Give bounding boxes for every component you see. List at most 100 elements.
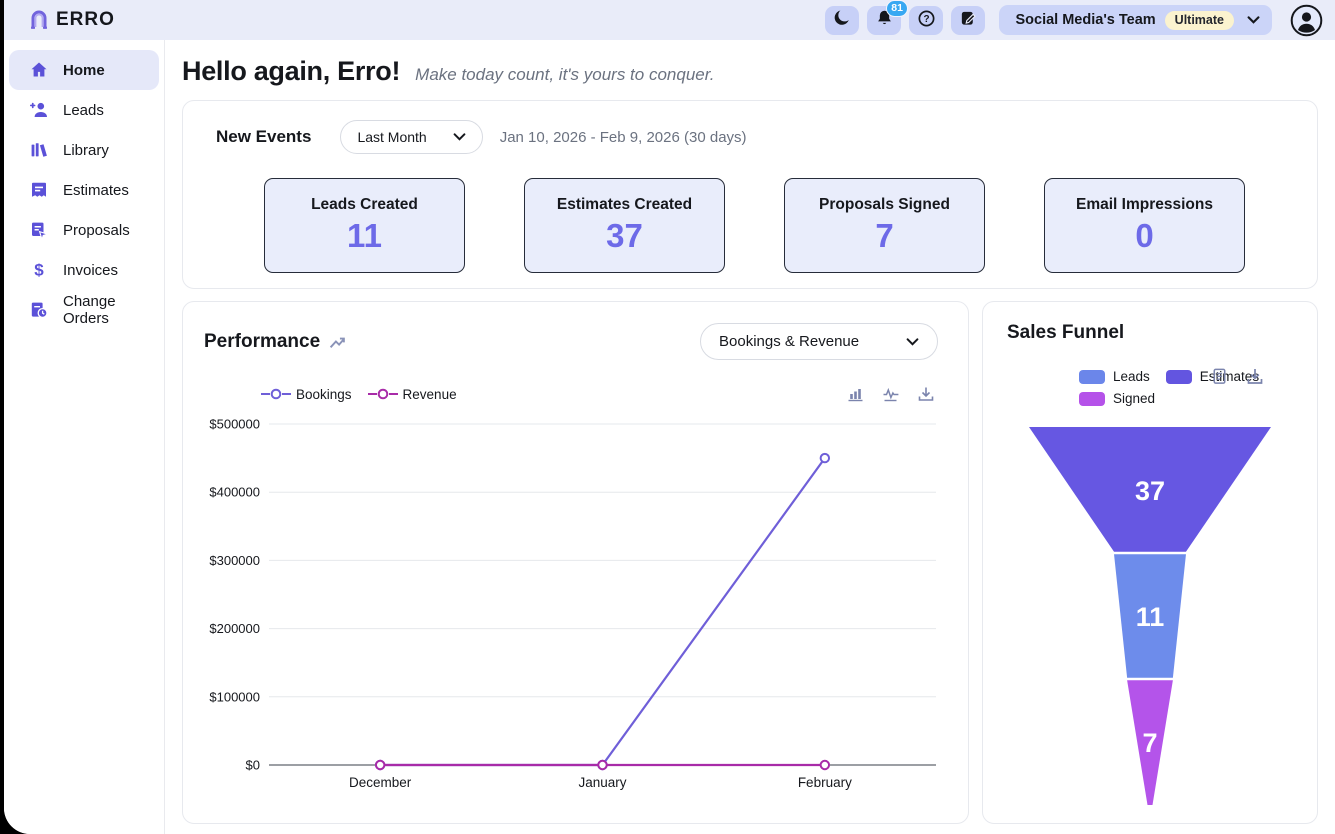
top-bar: ERRO 81 ?: [4, 0, 1335, 40]
stat-value: 7: [875, 217, 893, 255]
sidebar-item-invoices[interactable]: $ Invoices: [9, 250, 159, 290]
chevron-down-icon: [453, 133, 466, 141]
legend-swatch: [1166, 370, 1192, 384]
bar-chart-icon[interactable]: [846, 386, 866, 402]
notifications-button[interactable]: 81: [867, 6, 901, 35]
svg-text:December: December: [349, 775, 412, 790]
plan-badge: Ultimate: [1165, 11, 1234, 30]
logo[interactable]: ERRO: [26, 7, 115, 33]
document-send-icon: [29, 220, 49, 240]
team-selector[interactable]: Social Media's Team Ultimate: [999, 5, 1272, 35]
bottom-row: Performance Bookings & Revenue: [182, 301, 1318, 824]
svg-text:$0: $0: [246, 758, 260, 773]
date-range-text: Jan 10, 2026 - Feb 9, 2026 (30 days): [500, 129, 747, 146]
funnel-actions: [1210, 367, 1265, 386]
legend-item-signed[interactable]: Signed: [1079, 391, 1155, 406]
legend-label: Signed: [1113, 391, 1155, 406]
chevron-down-icon: [1247, 16, 1260, 24]
sales-funnel-title: Sales Funnel: [1007, 322, 1124, 343]
sidebar-item-home[interactable]: Home: [9, 50, 159, 90]
avatar[interactable]: [1290, 4, 1323, 37]
help-button[interactable]: ?: [909, 6, 943, 35]
date-range-selected: Last Month: [357, 129, 426, 145]
receipt-icon: [29, 180, 49, 200]
line-marker-icon: [261, 388, 291, 400]
sidebar-item-proposals[interactable]: Proposals: [9, 210, 159, 250]
sidebar: Home Leads Library Estimates Proposals $…: [4, 40, 165, 834]
legend-item-leads[interactable]: Leads: [1079, 369, 1150, 384]
line-marker-icon: [368, 388, 398, 400]
sidebar-item-label: Change Orders: [63, 293, 159, 327]
stat-label: Estimates Created: [557, 196, 692, 214]
sales-funnel-chart: 37 11 7: [1029, 427, 1271, 805]
stat-card-proposals-signed[interactable]: Proposals Signed 7: [784, 178, 985, 273]
svg-text:$400000: $400000: [209, 485, 260, 500]
dollar-icon: $: [29, 260, 49, 280]
line-chart-icon[interactable]: [881, 386, 901, 402]
app-window: ERRO 81 ?: [4, 0, 1335, 834]
sidebar-item-estimates[interactable]: Estimates: [9, 170, 159, 210]
download-icon[interactable]: [916, 386, 936, 402]
home-icon: [29, 60, 49, 80]
person-add-icon: [29, 100, 49, 120]
sidebar-item-label: Proposals: [63, 222, 130, 239]
svg-text:7: 7: [1142, 728, 1157, 758]
theme-toggle-button[interactable]: [825, 6, 859, 35]
notification-count-badge: 81: [886, 0, 909, 17]
performance-title: Performance: [204, 331, 320, 353]
legend-swatch: [1079, 392, 1105, 406]
main-content: Hello again, Erro! Make today count, it'…: [165, 40, 1335, 834]
sidebar-item-leads[interactable]: Leads: [9, 90, 159, 130]
stat-value: 37: [606, 217, 643, 255]
svg-text:11: 11: [1136, 602, 1165, 632]
performance-header: Performance Bookings & Revenue: [204, 323, 938, 360]
svg-text:$: $: [34, 261, 44, 280]
sales-funnel-card: Sales Funnel Leads Estimates Signed: [982, 301, 1318, 824]
legend-label: Bookings: [296, 387, 352, 402]
notes-button[interactable]: [951, 6, 985, 35]
stat-value: 11: [347, 217, 382, 255]
svg-text:$300000: $300000: [209, 553, 260, 568]
sidebar-item-label: Invoices: [63, 262, 118, 279]
logo-text: ERRO: [56, 9, 115, 31]
moon-icon: [833, 9, 852, 31]
stat-card-leads-created[interactable]: Leads Created 11: [264, 178, 465, 273]
legend-label: Leads: [1113, 369, 1150, 384]
note-edit-icon: [959, 9, 978, 31]
greeting-subtitle: Make today count, it's yours to conquer.: [415, 65, 714, 85]
new-events-title: New Events: [216, 127, 311, 147]
report-document-icon[interactable]: [1210, 367, 1229, 386]
svg-text:$200000: $200000: [209, 621, 260, 636]
arch-logo-icon: [26, 7, 52, 33]
sidebar-item-change-orders[interactable]: Change Orders: [9, 290, 159, 330]
performance-chart: $500000$400000$300000$200000$100000$0Dec…: [204, 410, 942, 810]
topbar-actions: 81 ? Social Media's Team Ultimate: [825, 4, 1323, 37]
performance-toolbar: Bookings Revenue: [204, 386, 938, 402]
performance-card: Performance Bookings & Revenue: [182, 301, 969, 824]
svg-text:$100000: $100000: [209, 689, 260, 704]
new-events-card: New Events Last Month Jan 10, 2026 - Feb…: [182, 100, 1318, 289]
sidebar-item-label: Home: [63, 62, 105, 79]
stat-card-estimates-created[interactable]: Estimates Created 37: [524, 178, 725, 273]
sidebar-item-label: Leads: [63, 102, 104, 119]
metric-selector[interactable]: Bookings & Revenue: [700, 323, 938, 360]
legend-item-revenue[interactable]: Revenue: [368, 387, 457, 402]
page-title: Hello again, Erro!: [182, 56, 400, 87]
document-clock-icon: [29, 300, 49, 320]
stat-label: Leads Created: [311, 196, 418, 214]
sidebar-item-library[interactable]: Library: [9, 130, 159, 170]
legend-swatch: [1079, 370, 1105, 384]
library-icon: [29, 140, 49, 160]
svg-text:February: February: [798, 775, 852, 790]
stat-card-email-impressions[interactable]: Email Impressions 0: [1044, 178, 1245, 273]
performance-legend: Bookings Revenue: [261, 387, 457, 402]
chevron-down-icon: [906, 338, 919, 346]
svg-text:37: 37: [1135, 476, 1165, 506]
stats-row: Leads Created 11 Estimates Created 37 Pr…: [216, 178, 1293, 273]
download-icon[interactable]: [1245, 367, 1265, 386]
legend-item-bookings[interactable]: Bookings: [261, 387, 352, 402]
sidebar-item-label: Library: [63, 142, 109, 159]
date-range-selector[interactable]: Last Month: [340, 120, 482, 154]
chart-actions: [846, 386, 936, 402]
stat-label: Email Impressions: [1076, 196, 1213, 214]
